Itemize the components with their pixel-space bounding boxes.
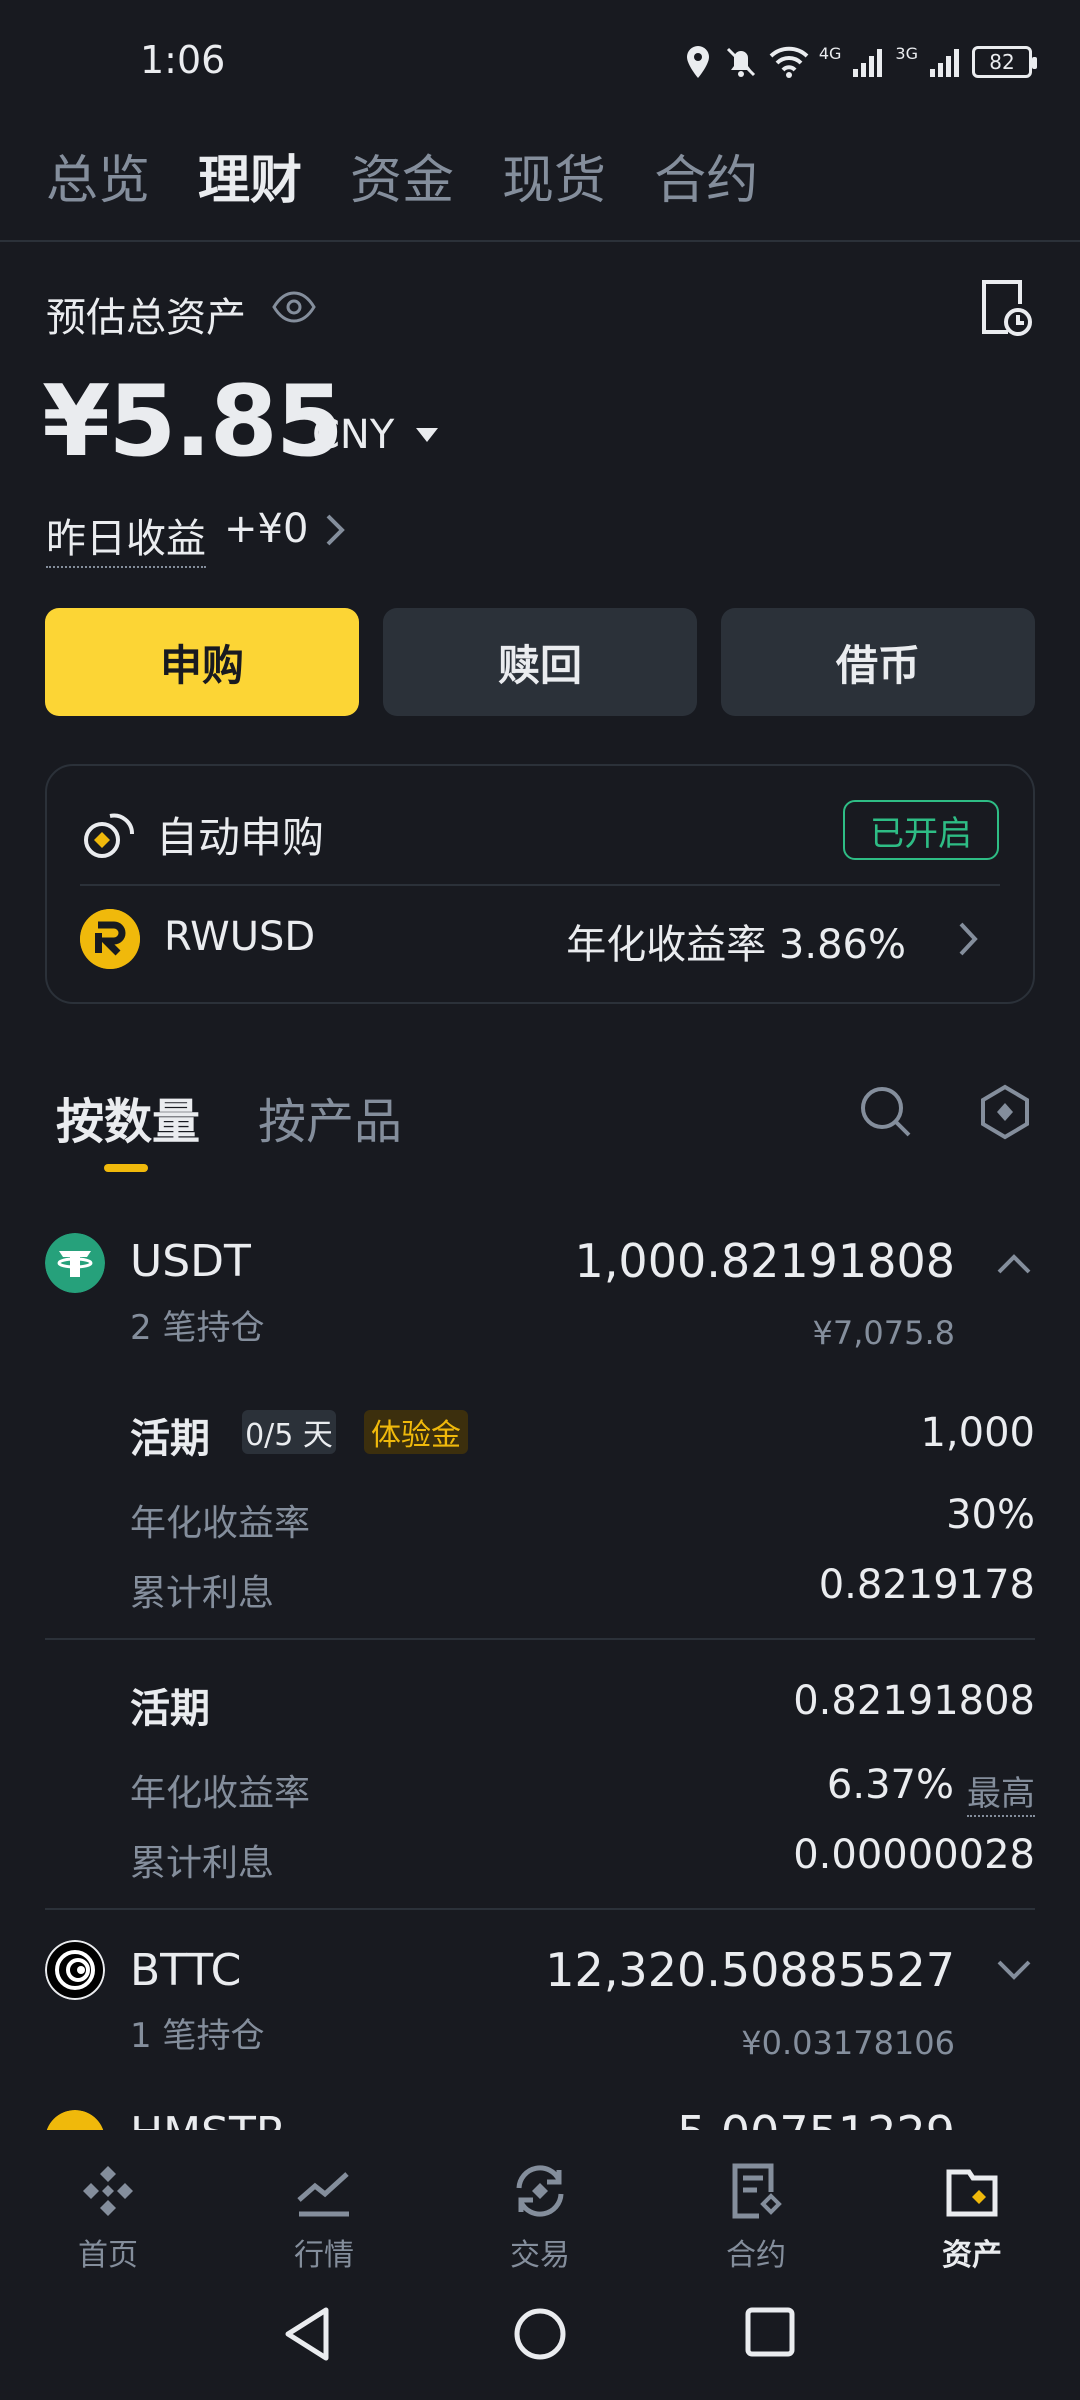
usdt-positions: 2 笔持仓 <box>130 1308 265 1348</box>
futures-doc-icon <box>732 2163 782 2219</box>
position-1-interest: 0.8219178 <box>818 1562 1035 1608</box>
network-4g: 4G <box>818 44 842 63</box>
bttc-amount: 12,320.50885527 <box>545 1943 955 1997</box>
days-tag: 0/5 天 <box>242 1410 336 1454</box>
usdt-name: USDT <box>130 1236 251 1287</box>
auto-subscribe-label: 自动申购 <box>156 813 325 862</box>
position-2-interest-label: 累计利息 <box>130 1843 275 1884</box>
nav-markets-label: 行情 <box>294 2238 354 2273</box>
chevron-up-icon[interactable] <box>996 1252 1032 1276</box>
tab-underline <box>104 1164 148 1172</box>
yesterday-earnings-label[interactable]: 昨日收益 <box>46 506 206 568</box>
tab-spot[interactable]: 现货 <box>502 138 606 213</box>
nav-futures[interactable]: 合约 <box>676 2160 836 2280</box>
chevron-down-icon[interactable] <box>996 1958 1032 1982</box>
position-1-title: 活期 <box>130 1416 210 1462</box>
filter-hex-icon[interactable] <box>978 1084 1032 1140</box>
bttc-name: BTTC <box>130 1945 242 1996</box>
trade-swap-icon <box>516 2165 564 2217</box>
estimated-assets-label: 预估总资产 <box>46 295 246 341</box>
row-divider <box>45 1638 1035 1640</box>
nav-trade-label: 交易 <box>510 2238 570 2273</box>
status-badge: 已开启 <box>843 800 999 860</box>
mute-bell-icon <box>726 47 755 77</box>
location-icon <box>686 46 709 78</box>
caret-down-icon[interactable] <box>416 428 438 442</box>
card-divider <box>80 884 1000 886</box>
signal-icon-2 <box>930 49 959 77</box>
total-balance: ¥5.85 <box>42 365 344 479</box>
position-2-title: 活期 <box>130 1686 210 1732</box>
usdt-logo-icon <box>45 1233 105 1293</box>
binance-logo-icon <box>83 2166 133 2216</box>
eye-icon[interactable] <box>272 290 316 324</box>
bttc-cny: ¥0.03178106 <box>741 2024 955 2062</box>
battery-icon: 82 <box>972 46 1037 78</box>
bttc-positions: 1 笔持仓 <box>130 2016 265 2056</box>
chevron-right-icon[interactable] <box>320 510 350 550</box>
position-2-interest: 0.00000028 <box>793 1832 1035 1878</box>
position-1-amount: 1,000 <box>920 1410 1035 1456</box>
search-icon[interactable] <box>858 1084 912 1138</box>
position-1-interest-label: 累计利息 <box>130 1573 275 1614</box>
position-2-apy-label: 年化收益率 <box>130 1773 311 1814</box>
header-divider <box>0 240 1080 242</box>
recents-square-icon[interactable] <box>744 2306 796 2358</box>
yesterday-earnings-value: +¥0 <box>224 506 309 552</box>
tab-funding[interactable]: 资金 <box>350 138 454 213</box>
history-icon[interactable] <box>978 278 1032 338</box>
subscribe-button[interactable]: 申购 <box>45 608 359 716</box>
tab-earn[interactable]: 理财 <box>198 138 302 213</box>
home-circle-icon[interactable] <box>512 2306 568 2362</box>
nav-home[interactable]: 首页 <box>28 2160 188 2280</box>
tab-by-amount[interactable]: 按数量 <box>56 1082 200 1152</box>
redeem-button[interactable]: 赎回 <box>383 608 697 716</box>
auto-subscribe-icon <box>84 813 135 858</box>
rwusd-apy: 年化收益率 3.86% <box>566 922 906 968</box>
status-icons: 4G 3G 82 <box>683 44 1037 80</box>
position-2-apy: 6.37% <box>826 1762 954 1808</box>
rwusd-logo-icon <box>80 909 140 969</box>
wallet-icon <box>946 2169 998 2217</box>
tab-by-product[interactable]: 按产品 <box>258 1082 402 1152</box>
trial-fund-tag: 体验金 <box>364 1410 468 1454</box>
nav-markets[interactable]: 行情 <box>244 2160 404 2280</box>
nav-trade[interactable]: 交易 <box>460 2160 620 2280</box>
bttc-logo-icon <box>45 1940 105 2000</box>
back-icon[interactable] <box>282 2306 334 2362</box>
nav-futures-label: 合约 <box>726 2238 786 2273</box>
battery-level: 82 <box>989 50 1015 74</box>
tab-futures[interactable]: 合约 <box>654 138 758 213</box>
rwusd-name: RWUSD <box>164 914 316 960</box>
signal-icon <box>853 49 883 77</box>
tab-overview[interactable]: 总览 <box>46 138 150 213</box>
nav-assets[interactable]: 资产 <box>892 2160 1052 2280</box>
position-1-apy: 30% <box>946 1492 1035 1538</box>
currency-selector[interactable]: CNY <box>312 412 394 458</box>
position-1-apy-label: 年化收益率 <box>130 1503 311 1544</box>
row-divider <box>45 1908 1035 1910</box>
wifi-icon <box>769 46 809 78</box>
nav-home-label: 首页 <box>78 2238 138 2273</box>
usdt-cny: ¥7,075.8 <box>812 1314 956 1352</box>
chevron-right-icon[interactable] <box>954 918 982 960</box>
network-3g: 3G <box>895 44 918 63</box>
borrow-button[interactable]: 借币 <box>721 608 1035 716</box>
chart-line-icon <box>297 2172 349 2217</box>
apy-max-label[interactable]: 最高 <box>967 1766 1035 1817</box>
status-time: 1:06 <box>140 38 226 82</box>
position-2-amount: 0.82191808 <box>793 1678 1035 1724</box>
nav-assets-label: 资产 <box>942 2238 1002 2273</box>
top-tabs: 总览 理财 资金 现货 合约 <box>46 138 758 213</box>
usdt-amount: 1,000.82191808 <box>574 1234 955 1288</box>
